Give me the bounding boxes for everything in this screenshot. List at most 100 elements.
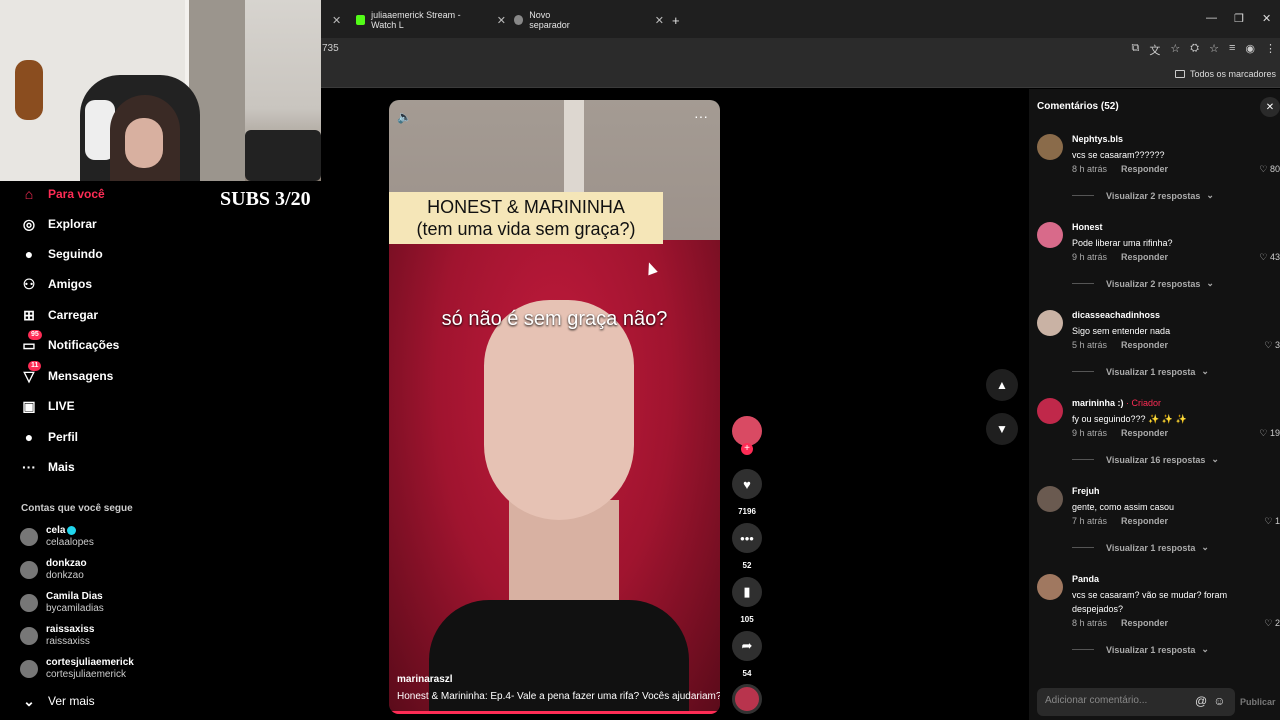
comment-user[interactable]: Panda: [1072, 574, 1099, 584]
video-author[interactable]: marinaraszl: [397, 674, 453, 685]
comment-user[interactable]: Honest: [1072, 222, 1103, 232]
view-replies-button[interactable]: Visualizar 16 respostas ⌄: [1072, 454, 1219, 465]
avatar[interactable]: [1037, 134, 1063, 160]
mention-icon[interactable]: @: [1195, 694, 1207, 708]
avatar[interactable]: [1037, 310, 1063, 336]
comment-action[interactable]: ••• 52: [732, 523, 762, 570]
profile-avatar-icon: ●: [24, 429, 34, 445]
comment-text: vcs se casaram??????: [1072, 150, 1165, 160]
comment-like[interactable]: ♡ 19: [1259, 428, 1280, 439]
share-action[interactable]: ➦ 54: [732, 631, 762, 678]
comment-user[interactable]: dicasseachadinhoss: [1072, 310, 1160, 320]
notification-icon: ▭ 95: [20, 330, 42, 354]
following-account[interactable]: donkzao donkzao: [20, 558, 87, 582]
see-more-button[interactable]: ⌄ Ver mais: [20, 690, 95, 712]
sidebar-item-9[interactable]: ··· Mais: [20, 456, 75, 478]
tab-stream[interactable]: juliaaemerick Stream - Watch L ✕: [356, 8, 506, 32]
sidebar-item-label: LIVE: [48, 399, 75, 413]
comment-like[interactable]: ♡ 2: [1264, 618, 1280, 629]
share-icon[interactable]: ➦: [732, 631, 762, 661]
all-bookmarks[interactable]: Todos os marcadores: [1174, 69, 1276, 79]
more-icon: ···: [22, 459, 36, 475]
heart-outline-icon: ♡: [1264, 516, 1273, 526]
friends-icon: ⚇: [22, 275, 36, 292]
sidebar-item-4[interactable]: ⊞ Carregar: [20, 304, 98, 326]
comment-user[interactable]: Frejuh: [1072, 486, 1100, 496]
close-comments-button[interactable]: ✕: [1260, 97, 1280, 117]
comment-like[interactable]: ♡ 80: [1259, 164, 1280, 175]
close-window-button[interactable]: ✕: [1262, 12, 1271, 25]
tab-close-icon[interactable]: ✕: [655, 14, 664, 27]
comment-like[interactable]: ♡ 3: [1264, 340, 1280, 351]
following-account[interactable]: Camila Dias bycamiladias: [20, 591, 104, 615]
sidebar-item-5[interactable]: ▭ 95 Notificações: [20, 330, 119, 356]
view-replies-button[interactable]: Visualizar 1 resposta ⌄: [1072, 542, 1209, 553]
reply-button[interactable]: Responder: [1121, 164, 1168, 174]
view-replies-button[interactable]: Visualizar 2 respostas ⌄: [1072, 278, 1214, 289]
previous-video-button[interactable]: ▲: [986, 369, 1018, 401]
view-replies-button[interactable]: Visualizar 1 resposta ⌄: [1072, 366, 1209, 377]
post-button[interactable]: Publicar: [1240, 697, 1276, 707]
next-video-button[interactable]: ▼: [986, 413, 1018, 445]
comment-like[interactable]: ♡ 43: [1259, 252, 1280, 263]
profile-icon[interactable]: ◉: [1245, 42, 1255, 58]
comment-like[interactable]: ♡ 1: [1264, 516, 1280, 527]
view-replies-button[interactable]: Visualizar 1 resposta ⌄: [1072, 644, 1209, 655]
video-progress[interactable]: [389, 711, 720, 714]
new-tab-button[interactable]: +: [672, 8, 680, 32]
reply-button[interactable]: Responder: [1121, 618, 1168, 628]
view-replies-button[interactable]: Visualizar 2 respostas ⌄: [1072, 190, 1214, 201]
avatar[interactable]: [1037, 486, 1063, 512]
heart-outline-icon: ♡: [1264, 618, 1273, 628]
tab-new[interactable]: Novo separador ✕: [514, 8, 664, 32]
following-account[interactable]: cortesjuliaemerick cortesjuliaemerick: [20, 657, 134, 681]
avatar[interactable]: [1037, 574, 1063, 600]
like-action[interactable]: ♥ 7196: [732, 469, 762, 516]
sidebar-item-7[interactable]: ▣ LIVE: [20, 395, 75, 417]
save-action[interactable]: ▮ 105: [732, 577, 762, 624]
sidebar-item-6[interactable]: ▽ 11 Mensagens: [20, 361, 113, 387]
reply-button[interactable]: Responder: [1121, 340, 1168, 350]
music-disc-icon[interactable]: [732, 684, 762, 714]
bookmarks-icon[interactable]: ☆: [1209, 42, 1219, 58]
heart-outline-icon: ♡: [1264, 340, 1273, 350]
minimize-button[interactable]: —: [1206, 12, 1217, 24]
more-options-icon[interactable]: ···: [694, 108, 708, 124]
following-account[interactable]: raissaxiss raissaxiss: [20, 624, 94, 648]
avatar[interactable]: [1037, 222, 1063, 248]
reply-button[interactable]: Responder: [1121, 516, 1168, 526]
author-avatar[interactable]: [732, 416, 762, 446]
tab-close-icon[interactable]: ✕: [497, 14, 506, 27]
sidebar-item-2[interactable]: ● Seguindo: [20, 243, 103, 265]
upload-icon: ⊞: [23, 306, 35, 323]
tab-close-prev[interactable]: ✕: [326, 8, 341, 32]
address-bar[interactable]: 735 ⧉ 文 ☆ ⛭ ☆ ≡ ◉ ⋮: [320, 38, 1280, 62]
sidebar-item-1[interactable]: ◎ Explorar: [20, 213, 97, 235]
comment-user[interactable]: marininha :) · Criador: [1072, 398, 1161, 408]
reply-button[interactable]: Responder: [1121, 252, 1168, 262]
chevron-down-icon: ⌄: [1201, 366, 1209, 376]
volume-icon[interactable]: 🔈: [397, 110, 412, 124]
toolbar-icons: ⧉ 文 ☆ ⛭ ☆ ≡ ◉ ⋮: [1132, 42, 1276, 58]
avatar[interactable]: [1037, 398, 1063, 424]
following-account[interactable]: cela celaalopes: [20, 525, 94, 549]
sidebar-item-0[interactable]: ⌂ Para você: [20, 183, 105, 205]
heart-icon[interactable]: ♥: [732, 469, 762, 499]
bookmark-icon[interactable]: ▮: [732, 577, 762, 607]
follow-plus-icon[interactable]: +: [741, 443, 753, 455]
emoji-icon[interactable]: ☺: [1213, 694, 1225, 708]
comment-icon[interactable]: •••: [732, 523, 762, 553]
sidebar-item-8[interactable]: ● Perfil: [20, 426, 78, 448]
sidebar-item-3[interactable]: ⚇ Amigos: [20, 273, 92, 295]
cast-icon[interactable]: ⧉: [1132, 42, 1140, 58]
star-icon[interactable]: ☆: [1170, 42, 1180, 58]
queue-icon[interactable]: ≡: [1229, 42, 1235, 58]
menu-icon[interactable]: ⋮: [1265, 42, 1276, 58]
extensions-icon[interactable]: ⛭: [1190, 42, 1199, 58]
comment-user[interactable]: Nephtys.bls: [1072, 134, 1123, 144]
maximize-button[interactable]: ❐: [1234, 12, 1244, 25]
folder-icon: [1174, 70, 1185, 78]
video-player[interactable]: HONEST & MARININHA (tem uma vida sem gra…: [389, 100, 720, 714]
reply-button[interactable]: Responder: [1121, 428, 1168, 438]
translate-icon[interactable]: 文: [1149, 42, 1160, 58]
